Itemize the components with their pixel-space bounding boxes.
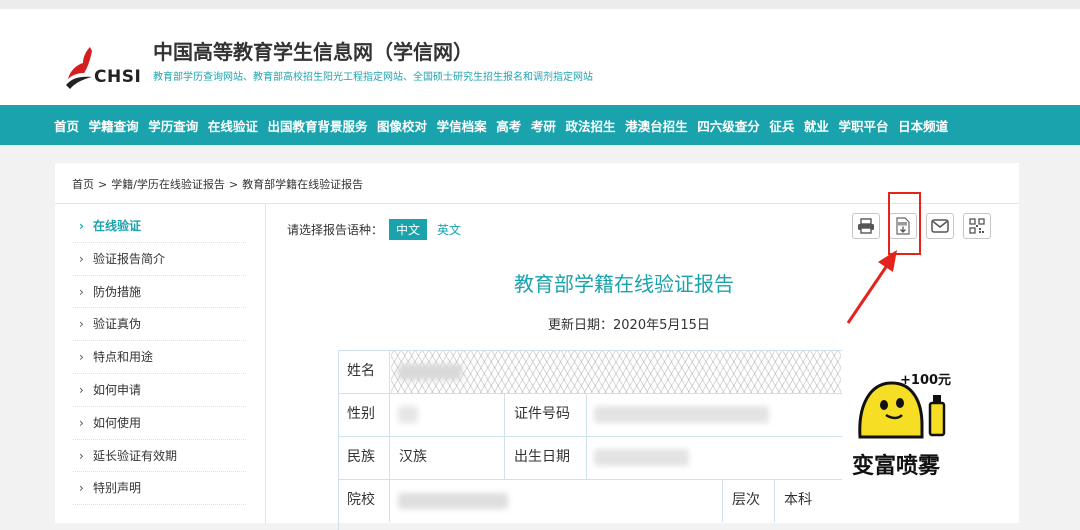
chevron-right-icon: › <box>79 251 84 266</box>
chevron-right-icon: › <box>79 350 84 365</box>
site-subtitle: 教育部学历查询网站、教育部高校招生阳光工程指定网站、全国硕士研究生招生报名和调剂… <box>153 72 593 83</box>
qrcode-icon <box>969 218 985 234</box>
field-value-level: 本科 <box>784 492 812 508</box>
nav-item-archive[interactable]: 学信档案 <box>437 116 487 135</box>
sidenav-item-features[interactable]: › 特点和用途 <box>73 341 246 374</box>
nav-item-cet-score[interactable]: 四六级查分 <box>697 116 760 135</box>
chevron-right-icon: › <box>79 382 84 397</box>
nav-item-overseas-service[interactable]: 出国教育背景服务 <box>267 116 367 135</box>
chsi-logo[interactable]: CHSI <box>62 45 150 93</box>
nav-item-kaoyan[interactable]: 考研 <box>531 116 556 135</box>
sidenav-item-how-to-apply[interactable]: › 如何申请 <box>73 374 246 407</box>
sidenav-item-anti-fake[interactable]: › 防伪措施 <box>73 276 246 309</box>
sidenav-item-label: 延长验证有效期 <box>93 448 178 463</box>
nav-item-employment[interactable]: 就业 <box>804 116 829 135</box>
sidenav-item-label: 如何申请 <box>93 382 142 397</box>
highlight-box <box>888 192 921 255</box>
nav-item-hmt-admission[interactable]: 港澳台招生 <box>625 116 688 135</box>
cell-gender-value <box>390 393 505 436</box>
sidenav-item-disclaimer[interactable]: › 特别声明 <box>73 472 246 506</box>
logo-text: CHSI <box>94 67 142 87</box>
breadcrumb-separator: > <box>98 178 108 191</box>
sidenav-item-verify-authenticity[interactable]: › 验证真伪 <box>73 308 246 342</box>
sidenav-item-label: 验证报告简介 <box>93 251 166 266</box>
sidenav-item-online-verify[interactable]: › 在线验证 <box>73 210 246 243</box>
field-label-name: 姓名 <box>338 350 390 393</box>
breadcrumb-separator: > <box>228 178 239 191</box>
sidenav-item-label: 防伪措施 <box>93 284 142 299</box>
mail-icon <box>931 219 949 233</box>
breadcrumb: 首页 > 学籍/学历在线验证报告 > 教育部学籍在线验证报告 <box>72 176 363 192</box>
report-update-date: 更新日期：2020年5月15日 <box>548 318 710 333</box>
chevron-right-icon: › <box>79 481 84 496</box>
cell-school-value <box>390 479 723 522</box>
nav-item-conscription[interactable]: 征兵 <box>769 116 794 135</box>
divider <box>265 204 266 524</box>
report-toolbar <box>852 213 1000 239</box>
sidenav-item-report-intro[interactable]: › 验证报告简介 <box>73 243 246 276</box>
breadcrumb-home[interactable]: 首页 <box>72 178 94 191</box>
side-nav: › 在线验证 › 验证报告简介 › 防伪措施 › 验证真伪 › 特点和用途 › 如何申请 ›… <box>73 210 246 506</box>
language-label: 请选择报告语种： <box>287 223 384 237</box>
nav-item-home[interactable]: 首页 <box>54 116 79 135</box>
sidenav-item-how-to-use[interactable]: › 如何使用 <box>73 407 246 440</box>
sticker-badge: +100元 <box>900 373 952 388</box>
field-label-gender: 性别 <box>338 393 390 436</box>
chick-sticker-icon <box>858 381 946 439</box>
nav-item-gaokao[interactable]: 高考 <box>496 116 521 135</box>
nav-item-law-admission[interactable]: 政法招生 <box>565 116 615 135</box>
sidenav-item-label: 特别声明 <box>93 481 142 496</box>
redacted-name <box>398 364 462 380</box>
print-icon <box>858 218 874 234</box>
sidenav-item-label: 在线验证 <box>93 219 142 233</box>
sidenav-item-label: 如何使用 <box>93 415 142 430</box>
sidenav-item-extend-validity[interactable]: › 延长验证有效期 <box>73 440 246 473</box>
site-title: 中国高等教育学生信息网（学信网） <box>153 40 473 64</box>
print-button[interactable] <box>852 213 880 239</box>
nav-item-online-verify[interactable]: 在线验证 <box>208 116 258 135</box>
sidenav-item-label: 特点和用途 <box>93 350 154 365</box>
breadcrumb-verify-report[interactable]: 学籍/学历在线验证报告 <box>111 178 225 191</box>
main-nav: 首页 学籍查询 学历查询 在线验证 出国教育背景服务 图像校对 学信档案 高考 … <box>0 105 1080 145</box>
sticker-caption: 变富喷雾 <box>852 454 941 479</box>
chevron-right-icon: › <box>79 448 84 463</box>
top-strip <box>0 0 1080 9</box>
table-row: 院校 层次 本科 <box>338 479 943 522</box>
nav-item-enrollment-query[interactable]: 学籍查询 <box>89 116 139 135</box>
redacted-id-number <box>594 406 769 423</box>
field-label-id-number: 证件号码 <box>505 393 587 436</box>
redacted-birth-date <box>594 449 689 466</box>
nav-item-japan-channel[interactable]: 日本频道 <box>898 116 948 135</box>
email-button[interactable] <box>926 213 954 239</box>
chevron-right-icon: › <box>79 317 84 332</box>
nav-item-career-platform[interactable]: 学职平台 <box>839 116 889 135</box>
nav-item-degree-query[interactable]: 学历查询 <box>148 116 198 135</box>
nav-item-image-check[interactable]: 图像校对 <box>377 116 427 135</box>
sidenav-item-label: 验证真伪 <box>93 317 142 332</box>
qrcode-button[interactable] <box>963 213 991 239</box>
field-label-ethnicity: 民族 <box>338 436 390 479</box>
language-selector: 请选择报告语种： 中文 英文 <box>287 219 461 240</box>
chevron-right-icon: › <box>79 219 84 233</box>
sticker-overlay: +100元 变富喷雾 <box>842 345 974 485</box>
field-label-birth-date: 出生日期 <box>505 436 587 479</box>
field-label-school: 院校 <box>338 479 390 522</box>
field-value-ethnicity: 汉族 <box>390 436 505 479</box>
breadcrumb-current: 教育部学籍在线验证报告 <box>242 178 364 191</box>
lang-chinese-button[interactable]: 中文 <box>389 219 428 240</box>
field-label-level: 层次 <box>723 479 775 522</box>
report-title: 教育部学籍在线验证报告 <box>514 272 734 296</box>
lang-english-button[interactable]: 英文 <box>437 221 461 238</box>
divider <box>55 203 1019 204</box>
chevron-right-icon: › <box>79 284 84 299</box>
chevron-right-icon: › <box>79 415 84 430</box>
site-header: CHSI 中国高等教育学生信息网（学信网） 教育部学历查询网站、教育部高校招生阳… <box>0 9 1080 105</box>
